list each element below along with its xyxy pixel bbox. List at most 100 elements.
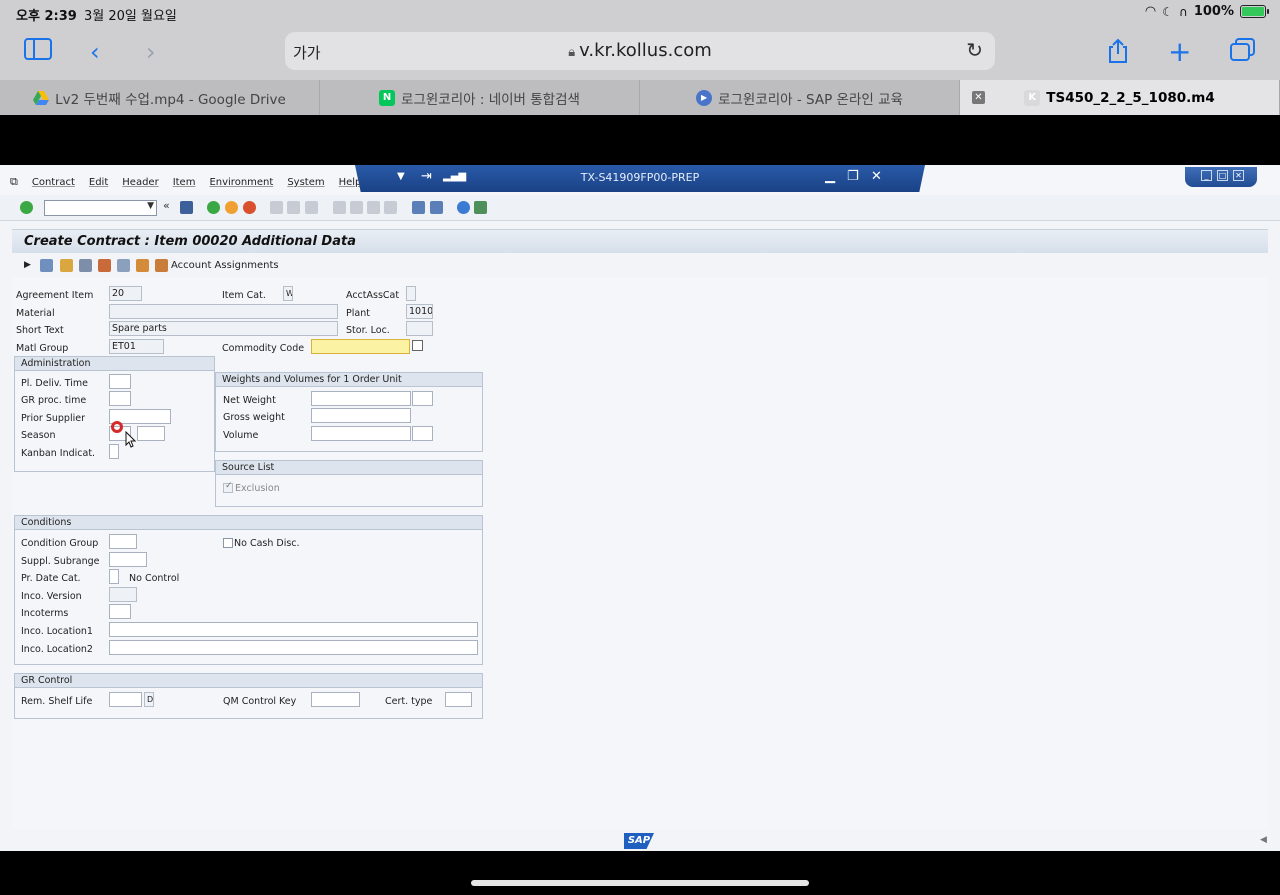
cert-type-field[interactable] bbox=[445, 692, 472, 707]
enter-icon[interactable] bbox=[20, 201, 33, 214]
menu-environment[interactable]: Environment bbox=[209, 177, 273, 189]
application-toolbar: ▶ Account Assignments bbox=[12, 255, 1268, 277]
no-cash-disc-label: No Cash Disc. bbox=[234, 538, 300, 549]
kanban-label: Kanban Indicat. bbox=[21, 448, 96, 459]
delete-icon[interactable] bbox=[40, 259, 53, 272]
play-icon[interactable]: ▶ bbox=[24, 260, 37, 273]
tab-kollus-video[interactable]: ✕ K TS450_2_2_5_1080.m4 bbox=[960, 80, 1280, 115]
kanban-field[interactable] bbox=[109, 444, 119, 459]
weights-title: Weights and Volumes for 1 Order Unit bbox=[222, 374, 402, 385]
inco-location2-field[interactable] bbox=[109, 640, 478, 655]
edit-text-icon[interactable] bbox=[117, 259, 130, 272]
close-icon[interactable]: ✕ bbox=[1233, 170, 1244, 181]
delivery-icon[interactable] bbox=[136, 259, 149, 272]
tab-label: 로그윈코리아 - SAP 온라인 교육 bbox=[718, 91, 903, 108]
menu-icon[interactable]: ⧉ bbox=[10, 175, 18, 189]
season-year-field[interactable] bbox=[137, 426, 165, 441]
minimize-icon[interactable]: _ bbox=[1201, 170, 1212, 181]
window-title: TX-S41909FP00-PREP bbox=[580, 171, 700, 184]
play-icon: ▶ bbox=[696, 89, 713, 106]
save-icon[interactable] bbox=[180, 201, 193, 214]
safari-tab-bar: Lv2 두번째 수업.mp4 - Google Drive N 로그윈코리아 :… bbox=[0, 80, 1280, 115]
form-area: Agreement Item 20 Item Cat. W AcctAssCat… bbox=[12, 277, 1268, 829]
pr-date-cat-field[interactable] bbox=[109, 569, 119, 584]
supplier-icon[interactable] bbox=[60, 259, 73, 272]
volume-unit-field[interactable] bbox=[412, 426, 433, 441]
help-icon[interactable] bbox=[457, 201, 470, 214]
maximize-icon[interactable]: □ bbox=[1217, 170, 1228, 181]
menu-header[interactable]: Header bbox=[122, 177, 158, 189]
layout-icon[interactable] bbox=[474, 201, 487, 214]
matl-group-field: ET01 bbox=[109, 339, 164, 354]
sap-title-tab: ▼ ⇥ ▂▄▆ TX-S41909FP00-PREP ▁ ❐ ✕ bbox=[355, 165, 925, 192]
gr-control-group: GR Control Rem. Shelf Life D QM Control … bbox=[14, 673, 483, 719]
condition-group-field[interactable] bbox=[109, 534, 137, 549]
no-cash-disc-checkbox[interactable] bbox=[223, 538, 233, 548]
home-indicator bbox=[471, 880, 809, 886]
account-assignments-icon[interactable] bbox=[155, 259, 168, 272]
new-session-icon[interactable] bbox=[412, 201, 425, 214]
account-assignments-button[interactable]: Account Assignments bbox=[171, 260, 279, 271]
address-bar[interactable]: 가가 🔒︎ v.kr.kollus.com ↻ bbox=[285, 32, 995, 70]
tab-label: 로그윈코리아 : 네이버 통합검색 bbox=[401, 91, 580, 108]
rem-shelf-life-label: Rem. Shelf Life bbox=[21, 696, 93, 707]
gr-proc-time-field[interactable] bbox=[109, 391, 131, 406]
commodity-code-field[interactable] bbox=[311, 339, 410, 354]
ipad-status-bar: 오후 2:39 3월 20일 월요일 ◠ ☾ ∩ 100% bbox=[0, 0, 1280, 26]
sidebar-icon[interactable] bbox=[24, 38, 52, 66]
gr-control-title: GR Control bbox=[21, 675, 73, 686]
next-page-icon bbox=[367, 201, 380, 214]
agreement-item-field: 20 bbox=[109, 286, 142, 301]
net-weight-unit-field[interactable] bbox=[412, 391, 433, 406]
rem-shelf-life-field[interactable] bbox=[109, 692, 142, 707]
google-drive-icon bbox=[33, 90, 50, 106]
material-field bbox=[109, 304, 338, 319]
net-weight-label: Net Weight bbox=[223, 395, 276, 406]
chevron-down-icon[interactable]: ▼ bbox=[147, 201, 154, 211]
close-icon[interactable]: ✕ bbox=[871, 169, 882, 184]
tab-naver[interactable]: N 로그윈코리아 : 네이버 통합검색 bbox=[320, 80, 640, 115]
partners-icon[interactable] bbox=[98, 259, 111, 272]
incoterms-field[interactable] bbox=[109, 604, 131, 619]
reload-icon[interactable]: ↻ bbox=[966, 38, 983, 62]
commodity-code-label: Commodity Code bbox=[222, 343, 305, 354]
administration-group: Administration Pl. Deliv. Time GR proc. … bbox=[14, 356, 215, 472]
new-tab-icon[interactable]: + bbox=[1168, 38, 1191, 66]
restore-icon[interactable]: ❐ bbox=[847, 169, 859, 184]
tabs-overview-icon[interactable] bbox=[1230, 38, 1256, 68]
inco-location1-field[interactable] bbox=[109, 622, 478, 637]
url-display[interactable]: 🔒︎ v.kr.kollus.com bbox=[285, 40, 995, 61]
cancel-icon[interactable] bbox=[243, 201, 256, 214]
minimize-icon[interactable]: ▁ bbox=[825, 169, 835, 184]
double-chevron-icon[interactable]: « bbox=[163, 199, 176, 212]
prior-supplier-label: Prior Supplier bbox=[21, 413, 85, 424]
close-tab-icon[interactable]: ✕ bbox=[972, 91, 985, 104]
menu-contract[interactable]: Contract bbox=[32, 177, 75, 189]
tab-google-drive[interactable]: Lv2 두번째 수업.mp4 - Google Drive bbox=[0, 80, 320, 115]
gross-weight-field[interactable] bbox=[311, 408, 411, 423]
search-help-icon[interactable] bbox=[412, 340, 423, 351]
sap-menu-bar: ⧉ Contract Edit Header Item Environment … bbox=[0, 165, 1280, 195]
inco-location1-label: Inco. Location1 bbox=[21, 626, 93, 637]
back-icon[interactable]: ‹ bbox=[90, 38, 100, 66]
back-icon[interactable] bbox=[207, 201, 220, 214]
pl-deliv-time-field[interactable] bbox=[109, 374, 131, 389]
menu-edit[interactable]: Edit bbox=[89, 177, 108, 189]
print-icon[interactable] bbox=[79, 259, 92, 272]
kollus-icon: K bbox=[1024, 89, 1041, 106]
forward-icon[interactable]: › bbox=[146, 38, 156, 66]
shortcut-icon[interactable] bbox=[430, 201, 443, 214]
menu-item[interactable]: Item bbox=[173, 177, 196, 189]
share-icon[interactable] bbox=[1106, 38, 1130, 70]
battery-icon bbox=[1240, 5, 1269, 18]
stor-loc-label: Stor. Loc. bbox=[346, 325, 390, 336]
volume-field[interactable] bbox=[311, 426, 411, 441]
net-weight-field[interactable] bbox=[311, 391, 411, 406]
scroll-left-icon[interactable]: ◀ bbox=[1260, 835, 1267, 845]
menu-system[interactable]: System bbox=[287, 177, 324, 189]
qm-control-key-field[interactable] bbox=[311, 692, 360, 707]
command-field[interactable]: ▼ bbox=[44, 200, 157, 216]
exit-icon[interactable] bbox=[225, 201, 238, 214]
tab-login-sap[interactable]: ▶ 로그윈코리아 - SAP 온라인 교육 bbox=[640, 80, 960, 115]
suppl-subrange-field[interactable] bbox=[109, 552, 147, 567]
